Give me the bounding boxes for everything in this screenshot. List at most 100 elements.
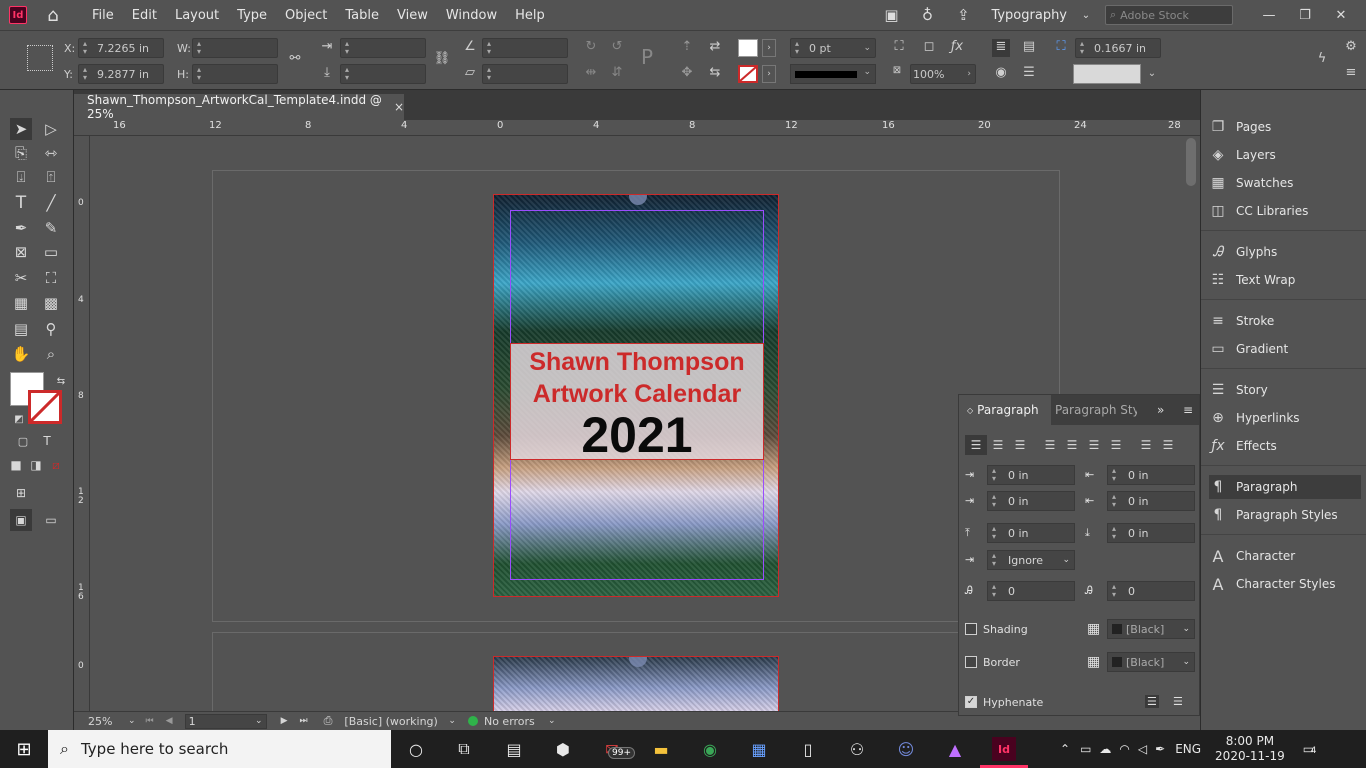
preflight-status[interactable]: No errors: [484, 715, 548, 728]
previous-page-icon[interactable]: ◀: [166, 716, 173, 726]
chevron-down-icon[interactable]: ⌄: [548, 716, 556, 726]
rotate-ccw-icon[interactable]: ↺: [608, 39, 626, 57]
menu-help[interactable]: Help: [506, 8, 554, 23]
affinity-icon[interactable]: ▲: [943, 737, 967, 761]
border-color-dropdown[interactable]: [Black] ⌄: [1107, 652, 1195, 672]
hand-tool-icon[interactable]: ✋: [10, 343, 32, 365]
align-to-baseline-icon[interactable]: ☰: [1173, 695, 1183, 708]
panel-menu-icon[interactable]: ≡: [1183, 395, 1193, 425]
menu-layout[interactable]: Layout: [166, 8, 228, 23]
first-line-indent-field[interactable]: ▴ ▾ 0 in: [987, 491, 1075, 511]
left-indent-field[interactable]: ▴ ▾ 0 in: [987, 465, 1075, 485]
minimize-button[interactable]: —: [1254, 8, 1284, 23]
align-to-grid-dropdown[interactable]: ▴ ▾ Ignore ⌄: [987, 550, 1075, 570]
dock-item-text-wrap[interactable]: ☷ Text Wrap: [1209, 268, 1361, 292]
stroke-type-dropdown[interactable]: ⌄: [790, 64, 876, 84]
border-checkbox[interactable]: [965, 656, 977, 668]
justify-all-icon[interactable]: ☰: [1105, 435, 1127, 455]
expand-panels-icon[interactable]: »: [1157, 395, 1164, 425]
zoom-level[interactable]: 25%: [88, 715, 128, 728]
frame-fitting-icon[interactable]: ⛶: [890, 39, 908, 57]
chevron-down-icon[interactable]: ⌄: [1143, 64, 1161, 84]
dock-item-character[interactable]: A Character: [1209, 544, 1361, 568]
gap-field[interactable]: ▴ ▾ 0.1667 in: [1075, 38, 1161, 58]
gap-tool-icon[interactable]: ⇿: [40, 142, 62, 164]
scale-y-field[interactable]: ▴ ▾: [340, 64, 426, 84]
dock-item-layers[interactable]: ◈ Layers: [1209, 143, 1361, 167]
note-tool-icon[interactable]: ▤: [10, 318, 32, 340]
dock-item-cc-libraries[interactable]: ◫ CC Libraries: [1209, 199, 1361, 223]
normal-screen-mode-icon[interactable]: ▣: [10, 509, 32, 531]
menu-edit[interactable]: Edit: [123, 8, 166, 23]
battery-icon[interactable]: ▭: [1080, 742, 1091, 756]
w-field[interactable]: ▴ ▾: [192, 38, 278, 58]
volume-icon[interactable]: ◁: [1138, 742, 1147, 756]
drop-cap-chars-field[interactable]: ▴ ▾ 0: [1107, 581, 1195, 601]
eyedropper-tool-icon[interactable]: ⚲: [40, 318, 62, 340]
align-towards-spine-icon[interactable]: ☰: [1135, 435, 1157, 455]
rotation-field[interactable]: ▴ ▾: [482, 38, 568, 58]
align-center-icon[interactable]: ☰: [987, 435, 1009, 455]
shear-field[interactable]: ▴ ▾: [482, 64, 568, 84]
home-icon[interactable]: ⌂: [43, 5, 63, 26]
scissors-tool-icon[interactable]: ✂: [10, 267, 32, 289]
page-2[interactable]: [493, 656, 779, 711]
share-icon[interactable]: ⇪: [952, 4, 974, 26]
align-away-spine-icon[interactable]: ☰: [1157, 435, 1179, 455]
constrain-proportions-icon[interactable]: ⚯: [286, 51, 304, 69]
preview-mode-icon[interactable]: ▭: [40, 509, 62, 531]
pen-tool-icon[interactable]: ✒: [10, 217, 32, 239]
task-view-icon[interactable]: ⧉: [452, 737, 476, 761]
vertical-ruler[interactable]: 0 4 8 1 2 1 6 0: [74, 136, 90, 711]
next-page-icon[interactable]: ▶: [281, 716, 288, 726]
align-right-icon[interactable]: ☰: [1009, 435, 1031, 455]
content-placer-icon[interactable]: ⍐: [40, 166, 62, 188]
flip-v-icon[interactable]: ⇵: [608, 65, 626, 83]
path-type-icon[interactable]: P: [638, 45, 656, 69]
justify-center-icon[interactable]: ☰: [1061, 435, 1083, 455]
flip-h-icon[interactable]: ⇹: [582, 65, 600, 83]
reference-point-icon[interactable]: [27, 45, 53, 71]
dock-item-pages[interactable]: ❐ Pages: [1209, 115, 1361, 139]
opacity-field[interactable]: 100% ›: [910, 64, 976, 84]
chrome-icon[interactable]: ◉: [698, 737, 722, 761]
input-language[interactable]: ENG: [1175, 742, 1201, 756]
horizontal-ruler[interactable]: 16 12 8 4 0 4 8 12 16 20 24 28: [74, 120, 1200, 136]
view-mode-icon[interactable]: ⊞: [10, 482, 32, 504]
page-1[interactable]: Shawn Thompson Artwork Calendar 2021: [493, 194, 779, 597]
drop-cap-lines-field[interactable]: ▴ ▾ 0: [987, 581, 1075, 601]
selection-tool-icon[interactable]: ➤: [10, 118, 32, 140]
align-left-icon[interactable]: ☰: [965, 435, 987, 455]
fx-icon[interactable]: ƒx: [948, 39, 966, 57]
document-icon[interactable]: ▯: [796, 737, 820, 761]
app-icon[interactable]: ▤: [502, 737, 526, 761]
auto-fit-icon[interactable]: ⛶: [1052, 39, 1070, 57]
wifi-icon[interactable]: ◠: [1119, 742, 1129, 756]
do-not-align-grid-icon[interactable]: ☰: [1145, 695, 1159, 708]
page-tool-icon[interactable]: ⎘: [10, 142, 32, 164]
dock-item-story[interactable]: ☰ Story: [1209, 378, 1361, 402]
scale-x-field[interactable]: ▴ ▾: [340, 38, 426, 58]
stroke-color-box[interactable]: [28, 390, 62, 424]
right-indent-field[interactable]: ▴ ▾ 0 in: [1107, 465, 1195, 485]
drop-shadow-icon[interactable]: ◻: [920, 39, 938, 57]
windows-start-icon[interactable]: ⊞: [0, 730, 48, 768]
apply-none-icon[interactable]: ⧄: [45, 454, 67, 476]
chevron-up-icon[interactable]: ⌃: [1060, 742, 1070, 756]
scrollbar-thumb[interactable]: [1186, 138, 1196, 186]
tab-paragraph-styles[interactable]: Paragraph Styl: [1055, 395, 1137, 425]
last-page-icon[interactable]: ⏭: [300, 716, 308, 726]
lightbulb-icon[interactable]: ♁: [916, 4, 938, 26]
link-icon[interactable]: ⛓: [433, 51, 451, 69]
cortana-icon[interactable]: ○: [404, 737, 428, 761]
default-colors-icon[interactable]: ◩: [8, 408, 30, 430]
open-document-icon[interactable]: ⎙: [324, 714, 333, 728]
y-field[interactable]: ▴ ▾ 9.2877 in: [78, 64, 164, 84]
first-page-icon[interactable]: ⏮: [146, 716, 154, 726]
hyphenate-checkbox[interactable]: ✓: [965, 696, 977, 708]
rectangle-tool-icon[interactable]: ▭: [40, 241, 62, 263]
last-line-indent-field[interactable]: ▴ ▾ 0 in: [1107, 491, 1195, 511]
tab-paragraph[interactable]: ◇ Paragraph: [959, 395, 1051, 425]
menu-table[interactable]: Table: [336, 8, 388, 23]
zoom-tool-icon[interactable]: ⌕: [40, 343, 62, 365]
